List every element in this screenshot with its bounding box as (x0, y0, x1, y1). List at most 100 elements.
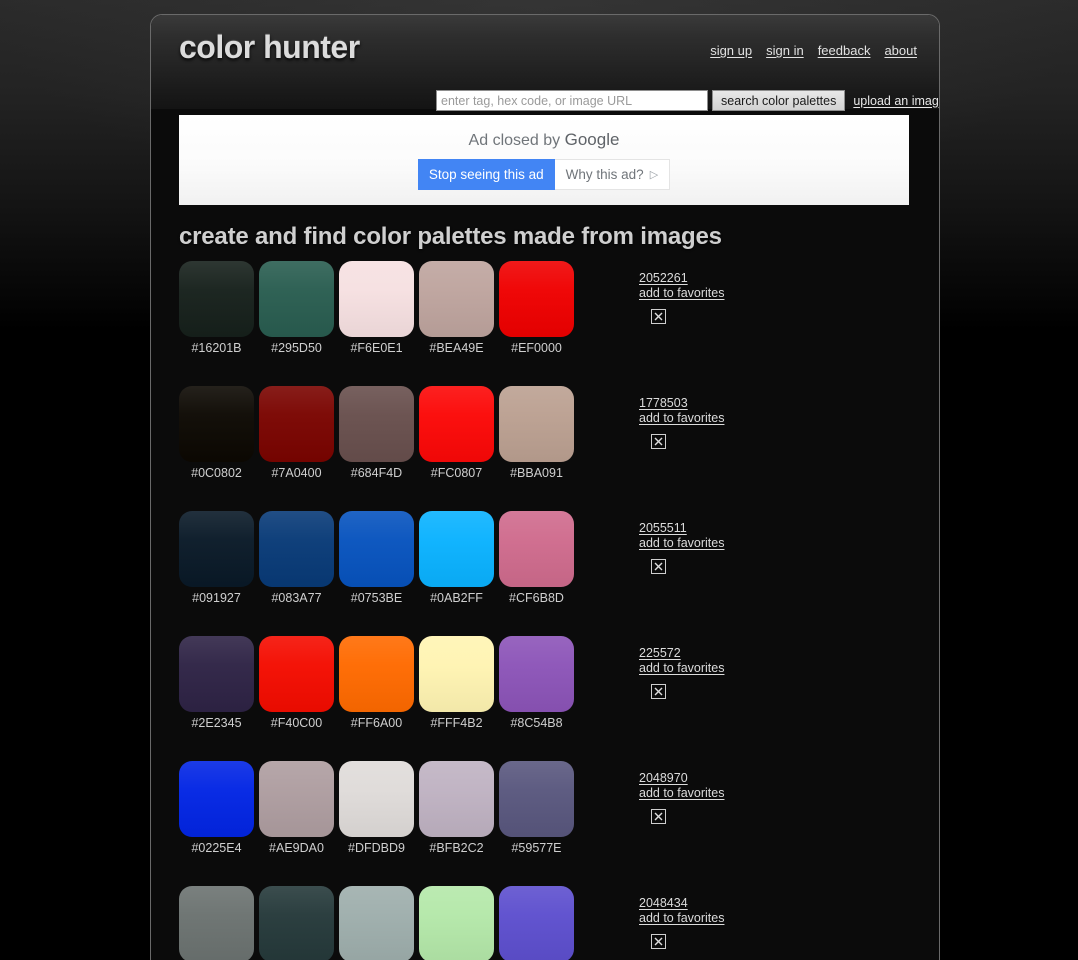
broken-image-icon[interactable] (651, 309, 666, 324)
palette-meta: 1778503 add to favorites (639, 396, 724, 449)
palette-list: #16201B #295D50 #F6E0E1 #BEA49E #EF0000 20522… (151, 261, 939, 960)
add-to-favorites-link[interactable]: add to favorites (639, 661, 724, 676)
color-swatch[interactable] (259, 886, 334, 960)
color-swatch[interactable] (499, 386, 574, 462)
swatch-hex-label: #2E2345 (191, 716, 242, 730)
swatch-cell: #F6E0E1 (339, 261, 414, 355)
color-swatch[interactable] (419, 636, 494, 712)
swatch-cell: #BBA091 (499, 386, 574, 480)
color-swatch[interactable] (499, 886, 574, 960)
palette-swatches: #091927 #083A77 #0753BE #0AB2FF #CF6B8D (179, 511, 574, 605)
search-input[interactable] (436, 90, 708, 111)
color-swatch[interactable] (419, 886, 494, 960)
color-swatch[interactable] (419, 261, 494, 337)
color-swatch[interactable] (259, 636, 334, 712)
swatch-cell: #F40C00 (259, 636, 334, 730)
palette-meta: 2048434 add to favorites (639, 896, 724, 949)
swatch-cell (499, 886, 574, 960)
palette-id-link[interactable]: 2052261 (639, 271, 688, 286)
color-swatch[interactable] (259, 761, 334, 837)
palette-id-link[interactable]: 225572 (639, 646, 681, 661)
palette-meta: 2048970 add to favorites (639, 771, 724, 824)
why-this-ad-button[interactable]: Why this ad? ▷ (554, 159, 671, 190)
nav-feedback[interactable]: feedback (818, 43, 871, 58)
nav-sign-in[interactable]: sign in (766, 43, 804, 58)
add-to-favorites-link[interactable]: add to favorites (639, 536, 724, 551)
add-to-favorites-link[interactable]: add to favorites (639, 286, 724, 301)
swatch-hex-label: #0753BE (350, 591, 403, 605)
nav-about[interactable]: about (884, 43, 917, 58)
color-swatch[interactable] (499, 511, 574, 587)
top-nav: sign up sign in feedback about (710, 43, 917, 58)
broken-image-icon[interactable] (651, 684, 666, 699)
swatch-cell: #0AB2FF (419, 511, 494, 605)
google-wordmark: Google (564, 130, 620, 149)
swatch-hex-label: #083A77 (271, 591, 322, 605)
search-button[interactable]: search color palettes (712, 90, 846, 111)
swatch-hex-label: #DFDBD9 (348, 841, 405, 855)
color-swatch[interactable] (499, 636, 574, 712)
swatch-hex-label: #0C0802 (191, 466, 242, 480)
palette-row: #2E2345 #F40C00 #FF6A00 #FFF4B2 #8C54B8 22557… (151, 636, 939, 761)
swatch-cell (259, 886, 334, 960)
color-swatch[interactable] (179, 511, 254, 587)
ad-closed-prefix: Ad closed by (468, 132, 565, 149)
swatch-hex-label: #59577E (511, 841, 562, 855)
palette-row: #091927 #083A77 #0753BE #0AB2FF #CF6B8D 20555… (151, 511, 939, 636)
color-swatch[interactable] (339, 886, 414, 960)
swatch-cell: #7A0400 (259, 386, 334, 480)
color-swatch[interactable] (419, 386, 494, 462)
color-swatch[interactable] (339, 386, 414, 462)
swatch-cell: #0C0802 (179, 386, 254, 480)
nav-sign-up[interactable]: sign up (710, 43, 752, 58)
color-swatch[interactable] (179, 886, 254, 960)
color-swatch[interactable] (339, 511, 414, 587)
swatch-cell (179, 886, 254, 960)
swatch-cell: #0753BE (339, 511, 414, 605)
color-swatch[interactable] (179, 386, 254, 462)
color-swatch[interactable] (259, 386, 334, 462)
swatch-hex-label: #BBA091 (510, 466, 563, 480)
swatch-cell: #684F4D (339, 386, 414, 480)
broken-image-icon[interactable] (651, 809, 666, 824)
color-swatch[interactable] (339, 261, 414, 337)
swatch-cell: #BFB2C2 (419, 761, 494, 855)
swatch-cell: #FC0807 (419, 386, 494, 480)
ad-button-group: Stop seeing this ad Why this ad? ▷ (417, 159, 671, 190)
broken-image-icon[interactable] (651, 934, 666, 949)
color-swatch[interactable] (419, 761, 494, 837)
upload-image-link[interactable]: upload an image (853, 94, 939, 108)
swatch-cell: #0225E4 (179, 761, 254, 855)
swatch-hex-label: #684F4D (350, 466, 403, 480)
swatch-hex-label: #F6E0E1 (350, 341, 403, 355)
swatch-cell: #16201B (179, 261, 254, 355)
palette-row: #0C0802 #7A0400 #684F4D #FC0807 #BBA091 17785… (151, 386, 939, 511)
palette-id-link[interactable]: 2055511 (639, 521, 687, 536)
swatch-hex-label: #295D50 (271, 341, 322, 355)
color-swatch[interactable] (419, 511, 494, 587)
color-swatch[interactable] (179, 636, 254, 712)
color-swatch[interactable] (499, 761, 574, 837)
broken-image-icon[interactable] (651, 559, 666, 574)
swatch-hex-label: #0AB2FF (430, 591, 483, 605)
color-swatch[interactable] (179, 261, 254, 337)
site-logo[interactable]: color hunter (179, 29, 360, 66)
add-to-favorites-link[interactable]: add to favorites (639, 411, 724, 426)
palette-swatches (179, 886, 574, 960)
palette-id-link[interactable]: 2048434 (639, 896, 688, 911)
color-swatch[interactable] (339, 761, 414, 837)
broken-image-icon[interactable] (651, 434, 666, 449)
swatch-hex-label: #BFB2C2 (429, 841, 484, 855)
swatch-cell (339, 886, 414, 960)
color-swatch[interactable] (259, 261, 334, 337)
color-swatch[interactable] (339, 636, 414, 712)
color-swatch[interactable] (259, 511, 334, 587)
stop-seeing-this-ad-button[interactable]: Stop seeing this ad (417, 159, 555, 190)
add-to-favorites-link[interactable]: add to favorites (639, 911, 724, 926)
swatch-cell: #CF6B8D (499, 511, 574, 605)
palette-id-link[interactable]: 2048970 (639, 771, 688, 786)
add-to-favorites-link[interactable]: add to favorites (639, 786, 724, 801)
color-swatch[interactable] (499, 261, 574, 337)
color-swatch[interactable] (179, 761, 254, 837)
palette-id-link[interactable]: 1778503 (639, 396, 688, 411)
